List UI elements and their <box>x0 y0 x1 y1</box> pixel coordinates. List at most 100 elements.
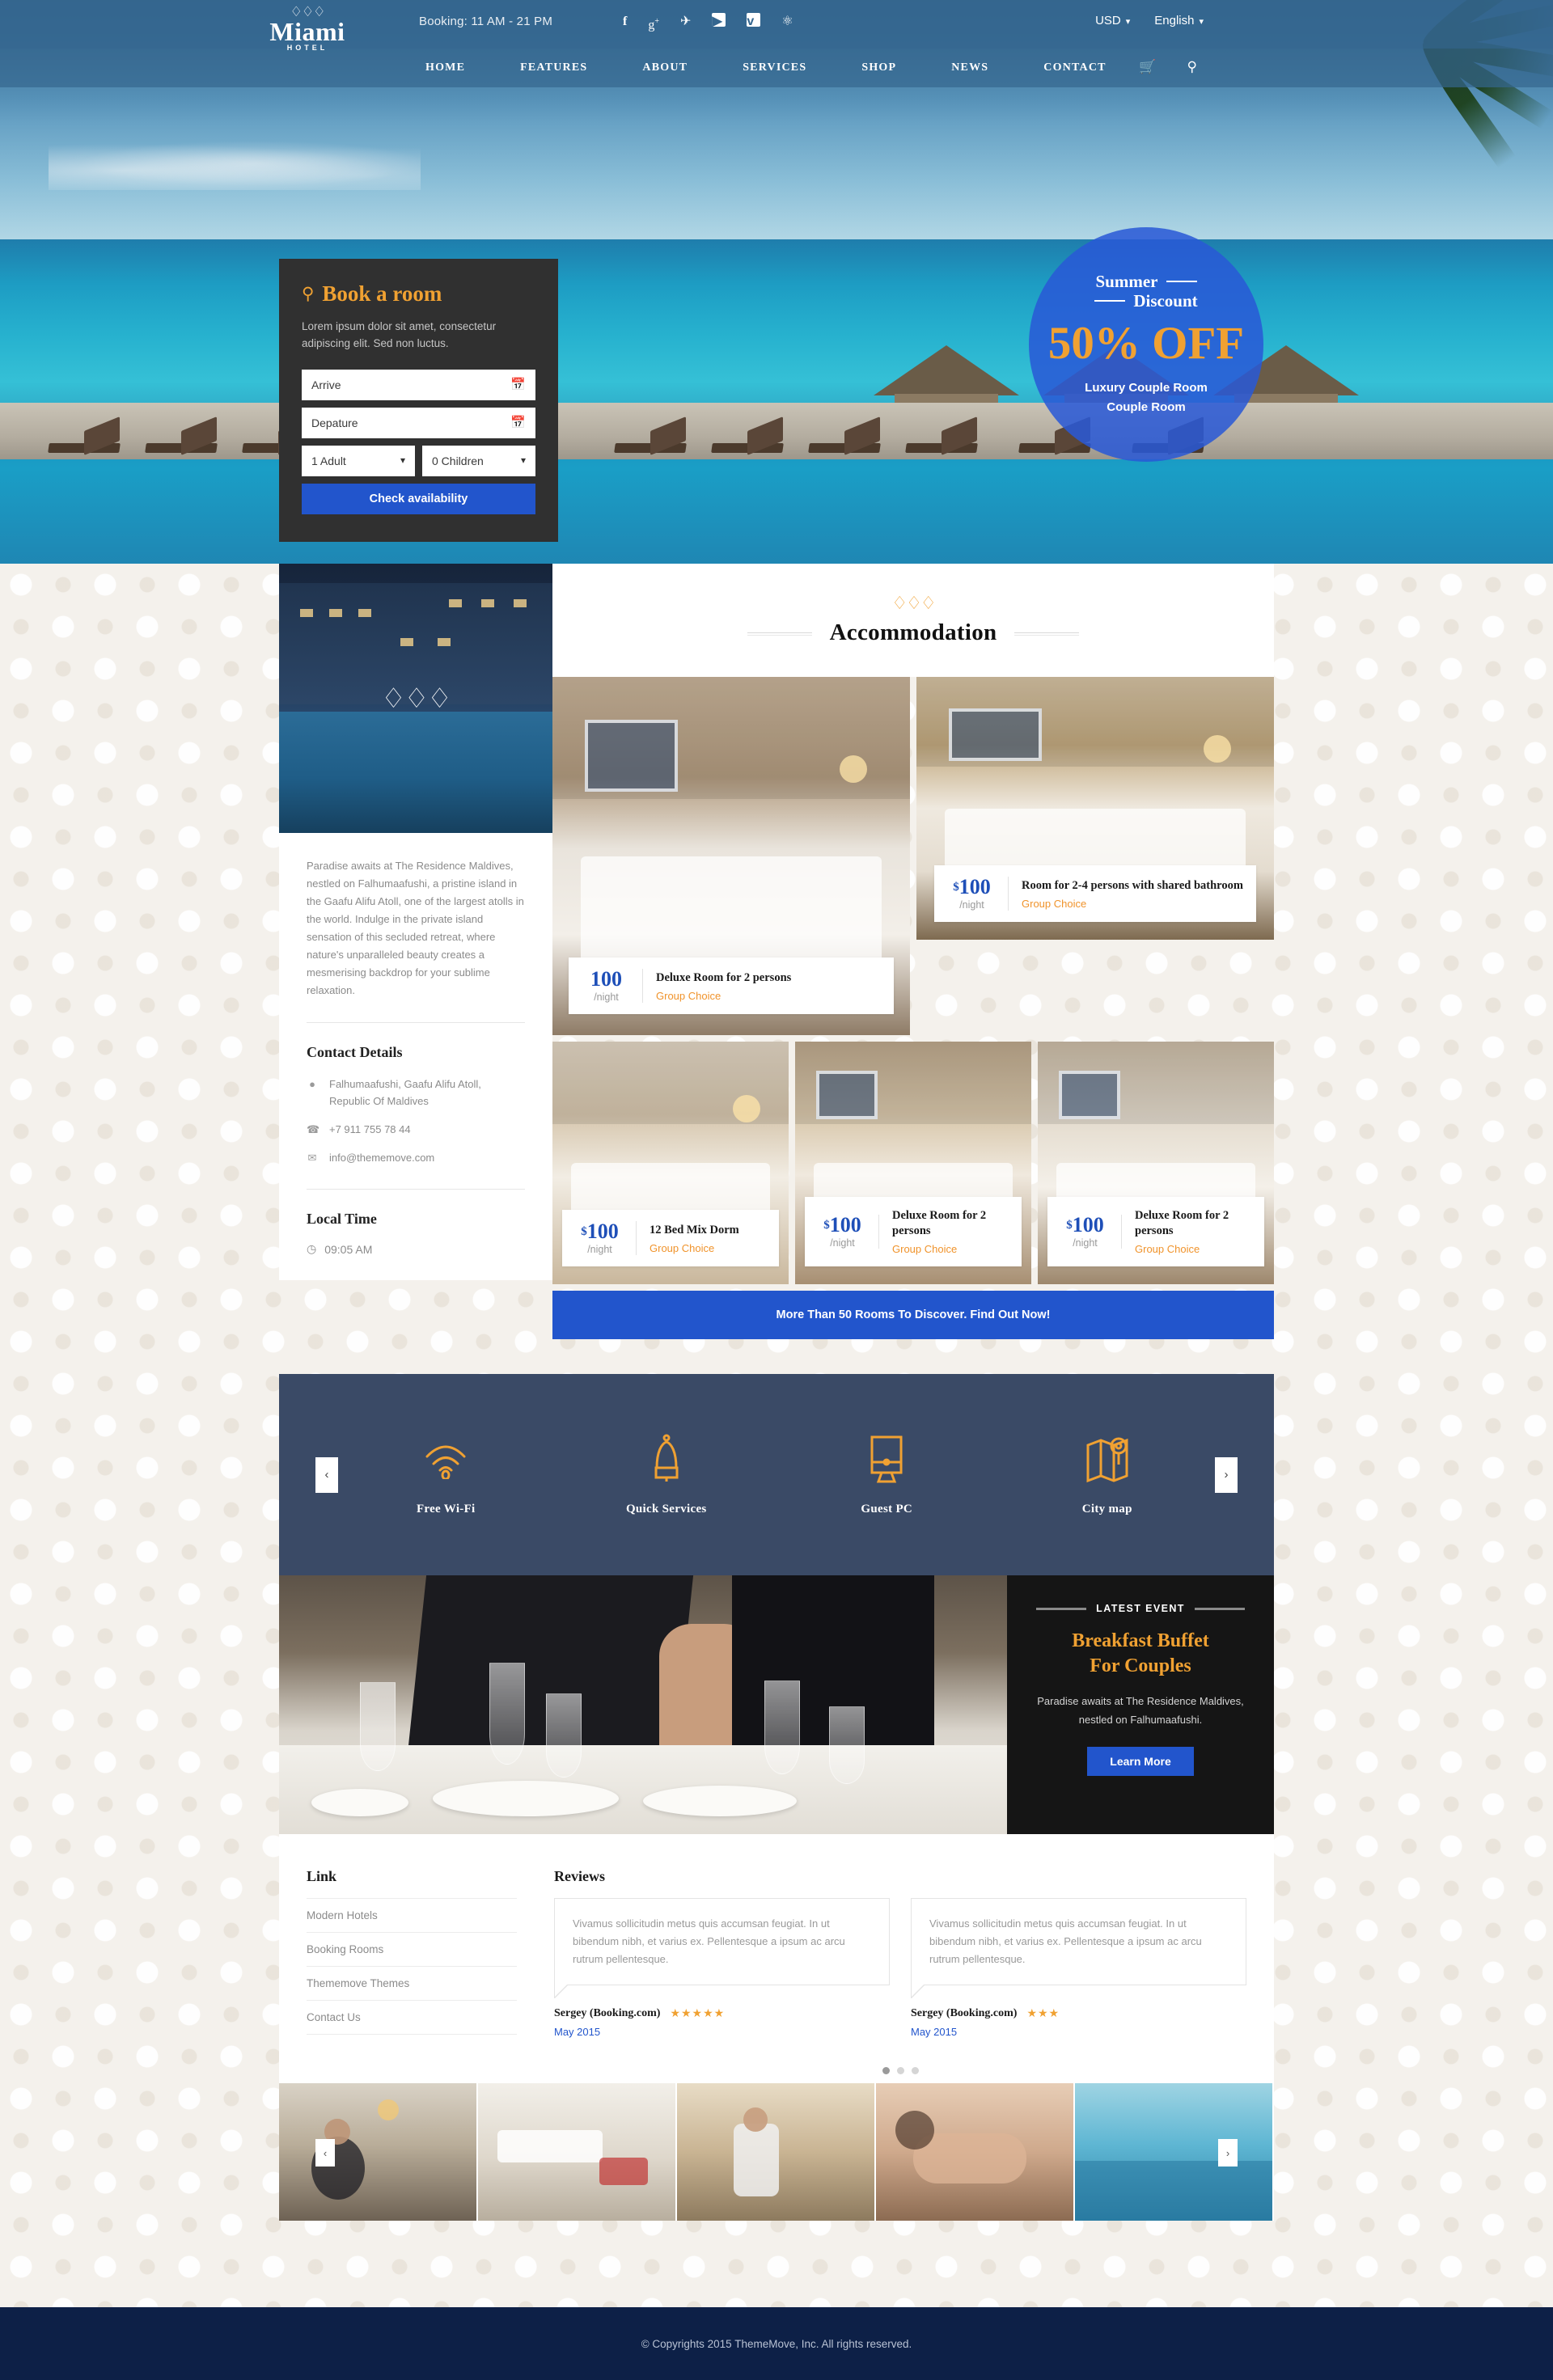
facebook-icon[interactable]: f <box>623 13 627 34</box>
site-logo[interactable]: ♢♢♢ Miami HOTEL <box>251 5 364 52</box>
magnifier-icon: ⚲ <box>302 284 315 303</box>
room-tag: Group Choice <box>650 1241 715 1254</box>
currency-selector[interactable]: USD ▾ <box>1095 14 1130 27</box>
photo-gallery-carousel: ‹ › <box>279 2083 1274 2221</box>
contact-email: info@thememove.com <box>329 1152 435 1164</box>
room-card[interactable]: $100 /night Deluxe Room for 2 persons Gr… <box>795 1042 1031 1284</box>
service-item-quick-services[interactable]: Quick Services <box>556 1433 777 1516</box>
currency-value: USD <box>1095 14 1121 27</box>
pagination-dot[interactable] <box>911 2067 919 2074</box>
contact-phone-row[interactable]: ☎ +7 911 755 78 44 <box>307 1121 525 1138</box>
booking-form-title: ⚲ Book a room <box>302 281 442 306</box>
services-prev-button[interactable]: ‹ <box>315 1456 338 1493</box>
reviews-pagination <box>554 2067 1246 2074</box>
google-plus-icon[interactable]: g+ <box>648 13 659 34</box>
room-name: Room for 2-4 persons with shared bathroo… <box>1022 878 1243 892</box>
discount-percent: 50% OFF <box>1047 318 1245 369</box>
booking-hours: Booking: 11 AM - 21 PM <box>419 15 553 28</box>
vimeo-icon[interactable]: v <box>747 13 761 28</box>
room-price-unit: /night <box>587 1244 612 1255</box>
more-rooms-banner[interactable]: More Than 50 Rooms To Discover. Find Out… <box>552 1291 1274 1339</box>
room-price: $100 <box>1066 1213 1104 1237</box>
gallery-item[interactable] <box>1075 2083 1274 2221</box>
copyright-text: © Copyrights 2015 ThemeMove, Inc. All ri… <box>641 2337 912 2350</box>
site-footer: © Copyrights 2015 ThemeMove, Inc. All ri… <box>0 2307 1553 2380</box>
pagination-dot[interactable] <box>896 2067 904 2074</box>
link-item-booking-rooms[interactable]: Booking Rooms <box>307 1932 517 1966</box>
room-card[interactable]: $100 /night Room for 2-4 persons with sh… <box>916 677 1274 940</box>
room-card[interactable]: $100 /night Deluxe Room for 2 persons Gr… <box>1038 1042 1274 1284</box>
nav-item-shop[interactable]: SHOP <box>834 61 924 74</box>
room-price-bar: $100 /night Deluxe Room for 2 persons Gr… <box>1047 1197 1264 1266</box>
social-links[interactable]: f g+ ✈ ▶ v ⚛ <box>623 13 793 34</box>
departure-field[interactable]: Depature 📅 <box>302 408 535 438</box>
logo-tagline: HOTEL <box>286 44 328 52</box>
nav-item-about[interactable]: ABOUT <box>615 61 715 74</box>
search-icon[interactable]: ⚲ <box>1187 59 1197 75</box>
youtube-icon[interactable]: ▶ <box>712 13 726 28</box>
twitter-icon[interactable]: ✈ <box>680 13 691 34</box>
check-availability-button[interactable]: Check availability <box>302 484 535 514</box>
calendar-icon[interactable]: 📅 <box>510 377 526 391</box>
room-price-bar: $100 /night 12 Bed Mix Dorm Group Choice <box>562 1210 779 1266</box>
room-card[interactable]: 100 /night Deluxe Room for 2 persons Gro… <box>552 677 910 1035</box>
children-value: 0 Children <box>432 454 484 467</box>
gallery-next-button[interactable]: › <box>1218 2139 1238 2167</box>
divider <box>1166 281 1197 282</box>
service-label: Free Wi-Fi <box>416 1503 476 1516</box>
divider <box>307 1022 525 1023</box>
services-next-button[interactable]: › <box>1215 1456 1238 1493</box>
gallery-item[interactable] <box>279 2083 478 2221</box>
contact-phone: +7 911 755 78 44 <box>329 1123 411 1135</box>
service-item-wifi[interactable]: Free Wi-Fi <box>336 1433 556 1516</box>
link-item-contact-us[interactable]: Contact Us <box>307 2000 517 2035</box>
room-price-bar: 100 /night Deluxe Room for 2 persons Gro… <box>569 957 894 1014</box>
calendar-icon[interactable]: 📅 <box>510 415 526 429</box>
link-list: Modern Hotels Booking Rooms Thememove Th… <box>307 1898 517 2035</box>
adults-select[interactable]: 1 Adult ▾ <box>302 446 415 476</box>
discount-line-1: Summer <box>1096 272 1197 291</box>
event-content: LATEST EVENT Breakfast Buffet For Couple… <box>1007 1575 1274 1834</box>
gallery-item[interactable] <box>677 2083 876 2221</box>
room-price: $100 <box>823 1213 861 1237</box>
service-item-guest-pc[interactable]: Guest PC <box>776 1433 997 1516</box>
pagination-dot[interactable] <box>882 2067 890 2074</box>
top-bar: Booking: 11 AM - 21 PM f g+ ✈ ▶ v ⚛ USD ▾… <box>0 0 1553 49</box>
service-label: Quick Services <box>625 1503 707 1516</box>
children-select[interactable]: 0 Children ▾ <box>422 446 535 476</box>
dribbble-icon[interactable]: ⚛ <box>781 13 793 34</box>
nav-item-services[interactable]: SERVICES <box>715 61 834 74</box>
learn-more-button[interactable]: Learn More <box>1087 1747 1194 1776</box>
event-title: Breakfast Buffet For Couples <box>1072 1630 1209 1676</box>
logo-name: Miami <box>269 17 345 46</box>
discount-room-2: Couple Room <box>1107 400 1186 414</box>
adults-value: 1 Adult <box>311 454 346 467</box>
nav-item-home[interactable]: HOME <box>398 61 493 74</box>
summer-discount-badge[interactable]: Summer Discount 50% OFF Luxury Couple Ro… <box>1029 227 1263 462</box>
contact-email-row[interactable]: ✉ info@thememove.com <box>307 1149 525 1166</box>
booking-form: ⚲ Book a room Lorem ipsum dolor sit amet… <box>279 259 558 542</box>
nav-item-contact[interactable]: CONTACT <box>1016 61 1133 74</box>
link-item-modern-hotels[interactable]: Modern Hotels <box>307 1898 517 1932</box>
room-price: $100 <box>581 1220 619 1243</box>
shopping-cart-icon[interactable]: 🛒 <box>1139 59 1156 75</box>
service-item-city-map[interactable]: City map <box>997 1433 1218 1516</box>
divider <box>747 632 812 636</box>
main-navigation: HOME FEATURES ABOUT SERVICES SHOP NEWS C… <box>0 49 1553 87</box>
chevron-down-icon: ▾ <box>400 454 405 466</box>
gallery-item[interactable] <box>876 2083 1075 2221</box>
divider <box>307 1189 525 1190</box>
chevron-down-icon: ▾ <box>1199 17 1204 27</box>
review-item: Vivamus sollicitudin metus quis accumsan… <box>554 1898 890 2038</box>
divider <box>1014 632 1080 636</box>
gallery-item[interactable] <box>478 2083 677 2221</box>
language-selector[interactable]: English ▾ <box>1154 14 1204 27</box>
nav-list: HOME FEATURES ABOUT SERVICES SHOP NEWS C… <box>398 49 1134 87</box>
room-price: $100 <box>953 875 991 898</box>
room-card[interactable]: $100 /night 12 Bed Mix Dorm Group Choice <box>552 1042 789 1284</box>
nav-item-features[interactable]: FEATURES <box>493 61 615 74</box>
link-item-thememove-themes[interactable]: Thememove Themes <box>307 1966 517 2000</box>
nav-item-news[interactable]: NEWS <box>924 61 1016 74</box>
gallery-prev-button[interactable]: ‹ <box>315 2139 335 2167</box>
arrive-field[interactable]: Arrive 📅 <box>302 370 535 400</box>
